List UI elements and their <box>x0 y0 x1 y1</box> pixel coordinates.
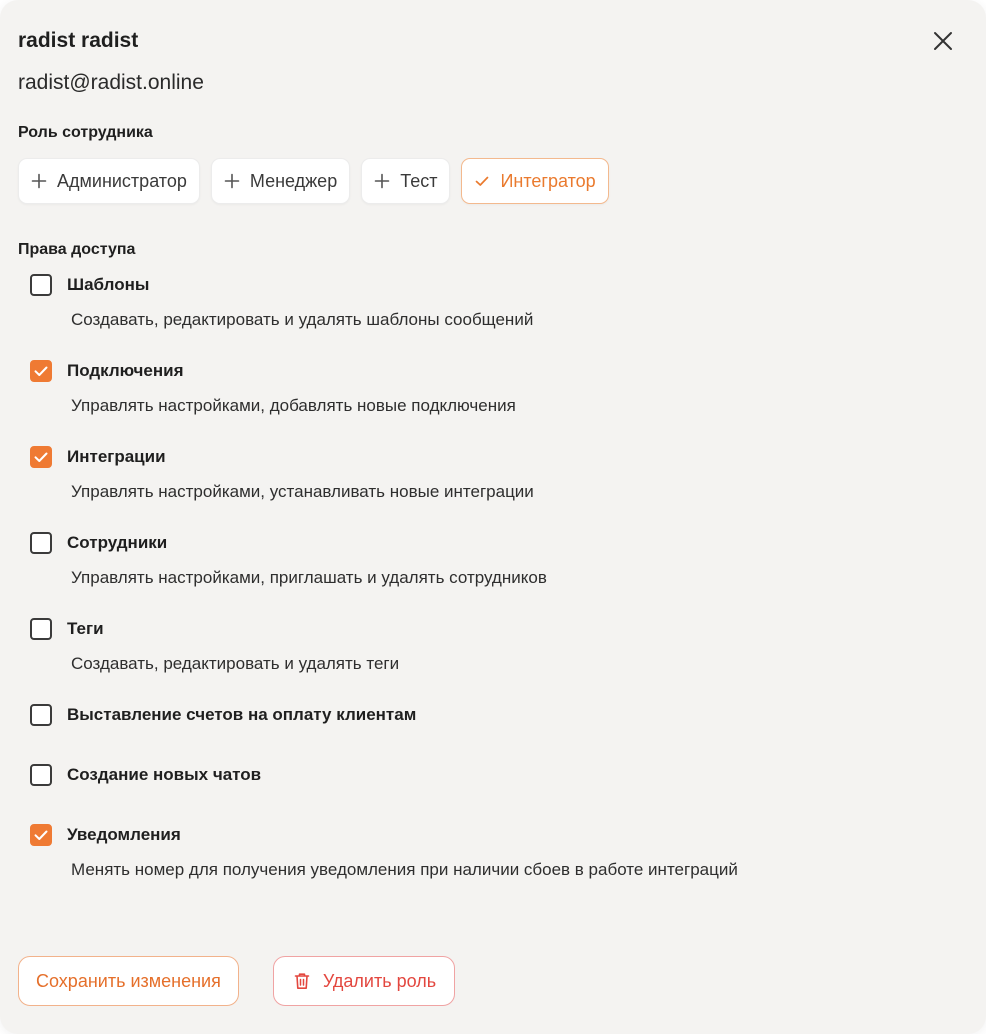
permission-description: Менять номер для получения уведомления п… <box>71 860 738 879</box>
permission-checkbox-connections[interactable] <box>30 360 52 382</box>
check-icon <box>474 173 490 189</box>
permission-connections: Подключения Управлять настройками, добав… <box>30 358 968 417</box>
role-chip-list: Администратор Менеджер Тест Интегратор <box>18 158 968 204</box>
modal-actions: Сохранить изменения Удалить роль <box>18 956 456 1006</box>
role-chip-integrator[interactable]: Интегратор <box>461 158 609 204</box>
permission-description: Создавать, редактировать и удалять теги <box>71 654 400 673</box>
close-button[interactable] <box>926 28 960 54</box>
permission-checkbox-employees[interactable] <box>30 532 52 554</box>
permission-label: Подключения <box>67 361 184 380</box>
modal-header: radist radist <box>18 28 968 62</box>
role-chip-test[interactable]: Тест <box>361 158 451 204</box>
permission-description: Управлять настройками, приглашать и удал… <box>71 568 547 587</box>
delete-role-button[interactable]: Удалить роль <box>272 956 456 1006</box>
save-changes-label: Сохранить изменения <box>36 970 221 991</box>
permissions-section-title: Права доступа <box>18 241 136 258</box>
permission-invoicing: Выставление счетов на оплату клиентам <box>30 702 968 728</box>
edit-employee-modal: radist radist radist@radist.online Роль … <box>0 0 986 1034</box>
permission-label: Создание новых чатов <box>67 765 262 784</box>
role-chip-label: Интегратор <box>500 170 596 191</box>
role-chip-administrator[interactable]: Администратор <box>18 158 200 204</box>
permission-checkbox-templates[interactable] <box>30 274 52 296</box>
role-section-title: Роль сотрудника <box>18 124 153 141</box>
plus-icon <box>31 173 47 189</box>
permissions-list: Шаблоны Создавать, редактировать и удаля… <box>18 272 968 881</box>
permission-checkbox-notifications[interactable] <box>30 824 52 846</box>
permission-label: Выставление счетов на оплату клиентам <box>67 705 417 724</box>
permission-new-chats: Создание новых чатов <box>30 762 968 788</box>
permission-checkbox-integrations[interactable] <box>30 446 52 468</box>
close-icon <box>934 32 952 50</box>
permission-notifications: Уведомления Менять номер для получения у… <box>30 822 968 881</box>
permission-employees: Сотрудники Управлять настройками, пригла… <box>30 530 968 589</box>
permission-tags: Теги Создавать, редактировать и удалять … <box>30 616 968 675</box>
delete-role-label: Удалить роль <box>322 970 437 991</box>
permission-checkbox-invoicing[interactable] <box>30 704 52 726</box>
permission-label: Интеграции <box>67 447 166 466</box>
role-chip-manager[interactable]: Менеджер <box>210 158 351 204</box>
permission-checkbox-tags[interactable] <box>30 618 52 640</box>
permission-templates: Шаблоны Создавать, редактировать и удаля… <box>30 272 968 331</box>
checkmark-icon <box>34 366 48 376</box>
save-changes-button[interactable]: Сохранить изменения <box>18 956 239 1006</box>
permission-description: Управлять настройками, добавлять новые п… <box>71 396 516 415</box>
checkmark-icon <box>34 830 48 840</box>
trash-icon <box>294 973 310 989</box>
permission-label: Теги <box>67 619 104 638</box>
permission-label: Уведомления <box>67 825 181 844</box>
role-chip-label: Менеджер <box>249 170 338 191</box>
role-chip-label: Тест <box>400 170 438 191</box>
plus-icon <box>374 173 390 189</box>
user-email: radist@radist.online <box>18 71 204 94</box>
user-name: radist radist <box>18 29 139 52</box>
checkmark-icon <box>34 452 48 462</box>
plus-icon <box>224 173 240 189</box>
permission-description: Создавать, редактировать и удалять шабло… <box>71 310 534 329</box>
permission-label: Шаблоны <box>67 275 150 294</box>
role-chip-label: Администратор <box>57 170 187 191</box>
permission-checkbox-new-chats[interactable] <box>30 764 52 786</box>
permission-integrations: Интеграции Управлять настройками, устана… <box>30 444 968 503</box>
permission-description: Управлять настройками, устанавливать нов… <box>71 482 534 501</box>
permission-label: Сотрудники <box>67 533 168 552</box>
